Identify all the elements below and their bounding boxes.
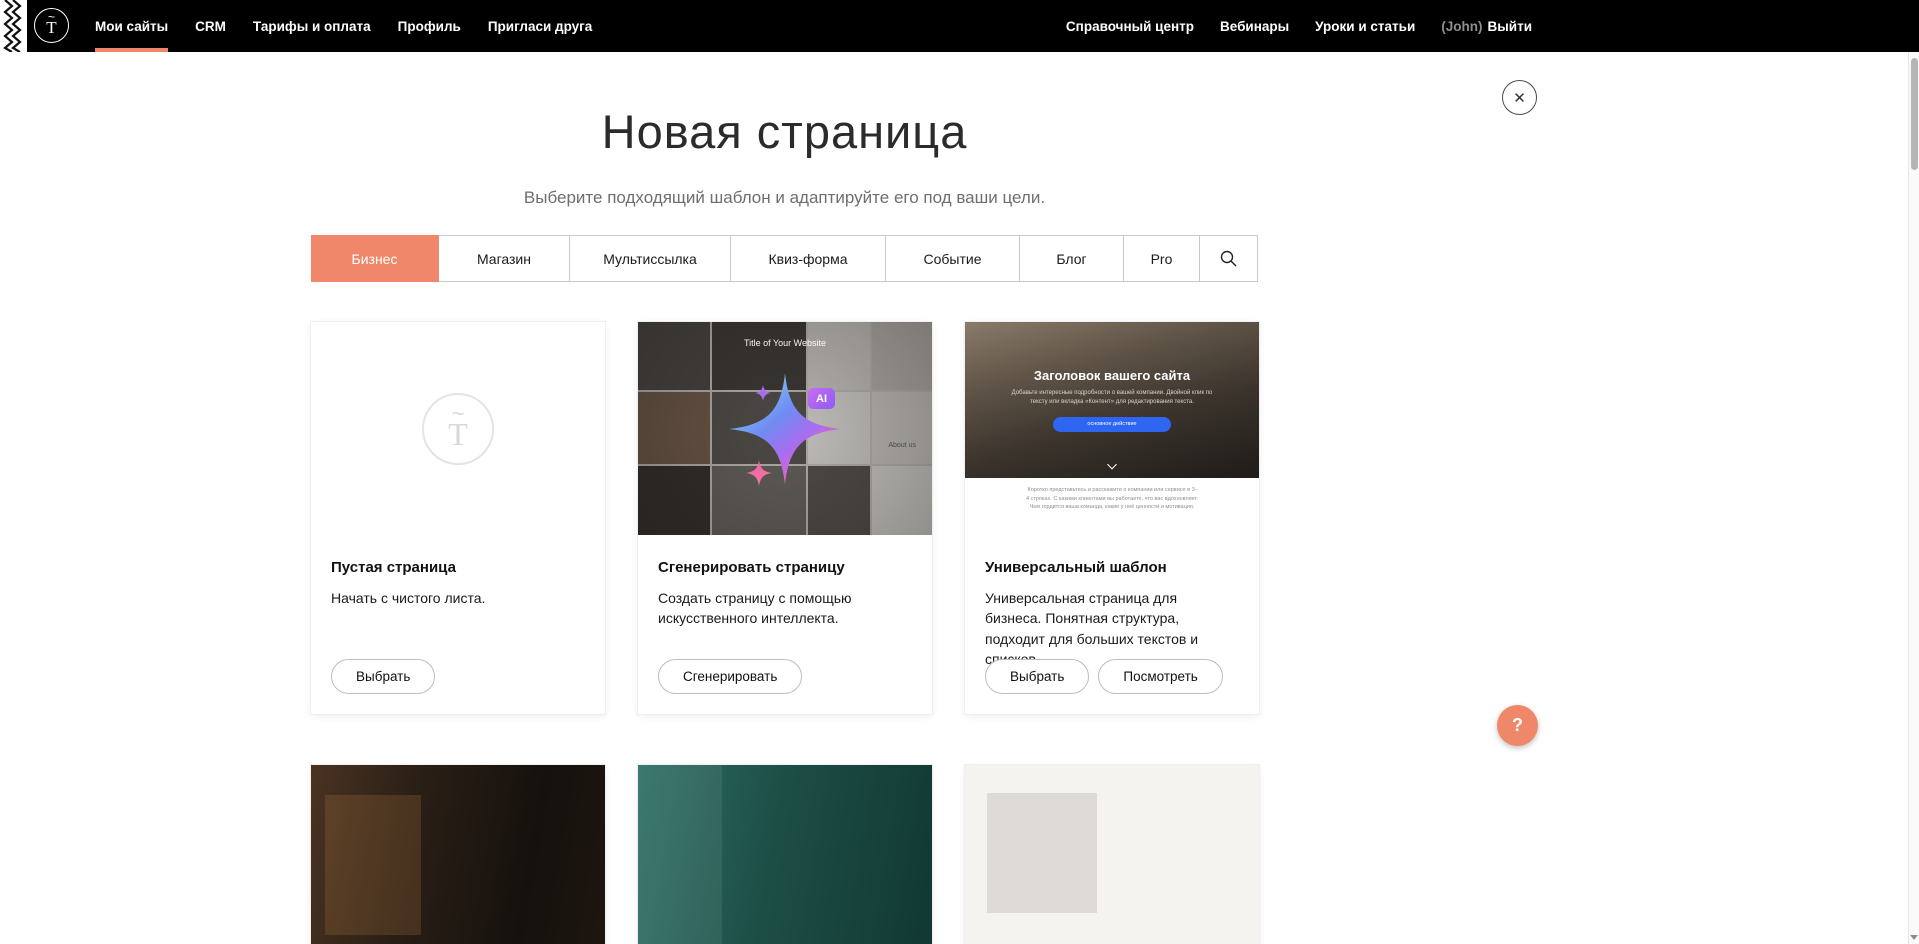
preview-hero-subtitle: Добавьте интересные подробности о вашей …	[1006, 389, 1218, 408]
select-universal-button[interactable]: Выбрать	[985, 659, 1089, 694]
main-nav: Мои сайты CRM Тарифы и оплата Профиль Пр…	[95, 0, 592, 52]
nav-item-invite-friend[interactable]: Пригласи друга	[488, 0, 592, 52]
preview-cta-button: основное действие	[1053, 417, 1171, 432]
select-blank-button[interactable]: Выбрать	[331, 659, 435, 694]
zigzag-pattern-icon	[2, 0, 26, 52]
template-category-tabs: Бизнес Магазин Мультиссылка Квиз-форма С…	[311, 235, 1258, 282]
card-actions: Сгенерировать	[658, 659, 802, 694]
template-card-partial-3[interactable]	[965, 765, 1259, 944]
card-actions: Выбрать	[331, 659, 435, 694]
template-card-partial-1[interactable]	[311, 765, 605, 944]
view-universal-button[interactable]: Посмотреть	[1098, 659, 1222, 694]
template-cards-row-2	[311, 765, 1259, 944]
user-logout[interactable]: (John) Выйти	[1441, 0, 1532, 52]
collage-about-caption: About us	[888, 442, 916, 449]
template-thumbnail-teal	[638, 765, 932, 944]
nav-item-lessons[interactable]: Уроки и статьи	[1315, 0, 1415, 52]
card-title: Сгенерировать страницу	[658, 559, 912, 576]
card-description: Создать страницу с помощью искусственног…	[658, 588, 910, 629]
tab-store[interactable]: Магазин	[439, 236, 570, 281]
nav-item-crm[interactable]: CRM	[195, 0, 226, 52]
page-title: Новая страница	[0, 104, 1569, 159]
tab-business[interactable]: Бизнес	[311, 235, 439, 282]
preview-body-text: Коротко представьтесь и расскажите о ком…	[1026, 486, 1198, 535]
tab-multilink[interactable]: Мультиссылка	[570, 236, 731, 281]
card-title: Пустая страница	[331, 559, 585, 576]
tilda-logo[interactable]: ~ T	[34, 8, 69, 43]
collage-site-title: Title of Your Website	[638, 338, 932, 348]
tilda-logo-letter: T	[46, 20, 56, 36]
preview-hero-title: Заголовок вашего сайта	[965, 322, 1259, 383]
search-icon	[1219, 249, 1238, 268]
template-cards-row-1: ~ T Пустая страница Начать с чистого лис…	[311, 322, 1259, 714]
preview-body-section: Коротко представьтесь и расскажите о ком…	[965, 478, 1259, 535]
scrollbar[interactable]	[1908, 52, 1919, 944]
template-thumbnail-dark	[311, 765, 605, 944]
template-card-universal[interactable]: Заголовок вашего сайта Добавьте интересн…	[965, 322, 1259, 714]
tab-search[interactable]	[1200, 236, 1257, 281]
user-name: (John)	[1441, 19, 1482, 34]
chevron-down-icon	[1107, 460, 1117, 470]
nav-item-webinars[interactable]: Вебинары	[1220, 0, 1289, 52]
template-card-ai-generate[interactable]: Title of Your Website About us	[638, 322, 932, 714]
template-thumbnail-light	[965, 765, 1259, 944]
page-subtitle: Выберите подходящий шаблон и адаптируйте…	[0, 188, 1569, 208]
nav-item-help-center[interactable]: Справочный центр	[1066, 0, 1194, 52]
card-title: Универсальный шаблон	[985, 559, 1239, 576]
top-navbar: ~ T Мои сайты CRM Тарифы и оплата Профил…	[0, 0, 1919, 52]
close-button[interactable]: ✕	[1502, 80, 1537, 115]
tilda-logo-watermark: ~ T	[422, 393, 494, 465]
tab-blog[interactable]: Блог	[1020, 236, 1124, 281]
template-card-blank[interactable]: ~ T Пустая страница Начать с чистого лис…	[311, 322, 605, 714]
scrollbar-down-arrow[interactable]	[1910, 935, 1918, 940]
blank-page-preview: ~ T	[311, 322, 605, 535]
card-description: Универсальная страница для бизнеса. Поня…	[985, 588, 1237, 669]
nav-item-pricing[interactable]: Тарифы и оплата	[253, 0, 371, 52]
tab-event[interactable]: Событие	[886, 236, 1020, 281]
watermark-letter: T	[448, 419, 468, 449]
help-button[interactable]: ?	[1497, 705, 1538, 746]
tab-quiz-form[interactable]: Квиз-форма	[731, 236, 886, 281]
universal-template-preview: Заголовок вашего сайта Добавьте интересн…	[965, 322, 1259, 535]
ai-collage-preview: Title of Your Website About us	[638, 322, 932, 535]
ai-badge: AI	[808, 388, 835, 409]
card-body: Универсальный шаблон Универсальная стран…	[965, 535, 1259, 714]
zigzag-decoration	[0, 0, 27, 52]
scrollbar-thumb[interactable]	[1911, 58, 1918, 170]
secondary-nav: Справочный центр Вебинары Уроки и статьи…	[1066, 0, 1532, 52]
generate-button[interactable]: Сгенерировать	[658, 659, 802, 694]
preview-hero: Заголовок вашего сайта Добавьте интересн…	[965, 322, 1259, 478]
nav-item-my-sites[interactable]: Мои сайты	[95, 0, 168, 52]
tab-pro[interactable]: Pro	[1124, 236, 1200, 281]
template-card-partial-2[interactable]	[638, 765, 932, 944]
card-body: Пустая страница Начать с чистого листа. …	[311, 535, 605, 714]
logout-link[interactable]: Выйти	[1488, 19, 1533, 34]
nav-item-profile[interactable]: Профиль	[398, 0, 461, 52]
card-actions: Выбрать Посмотреть	[985, 659, 1223, 694]
card-description: Начать с чистого листа.	[331, 588, 583, 608]
card-body: Сгенерировать страницу Создать страницу …	[638, 535, 932, 714]
ai-sparkle-icon	[705, 349, 865, 509]
